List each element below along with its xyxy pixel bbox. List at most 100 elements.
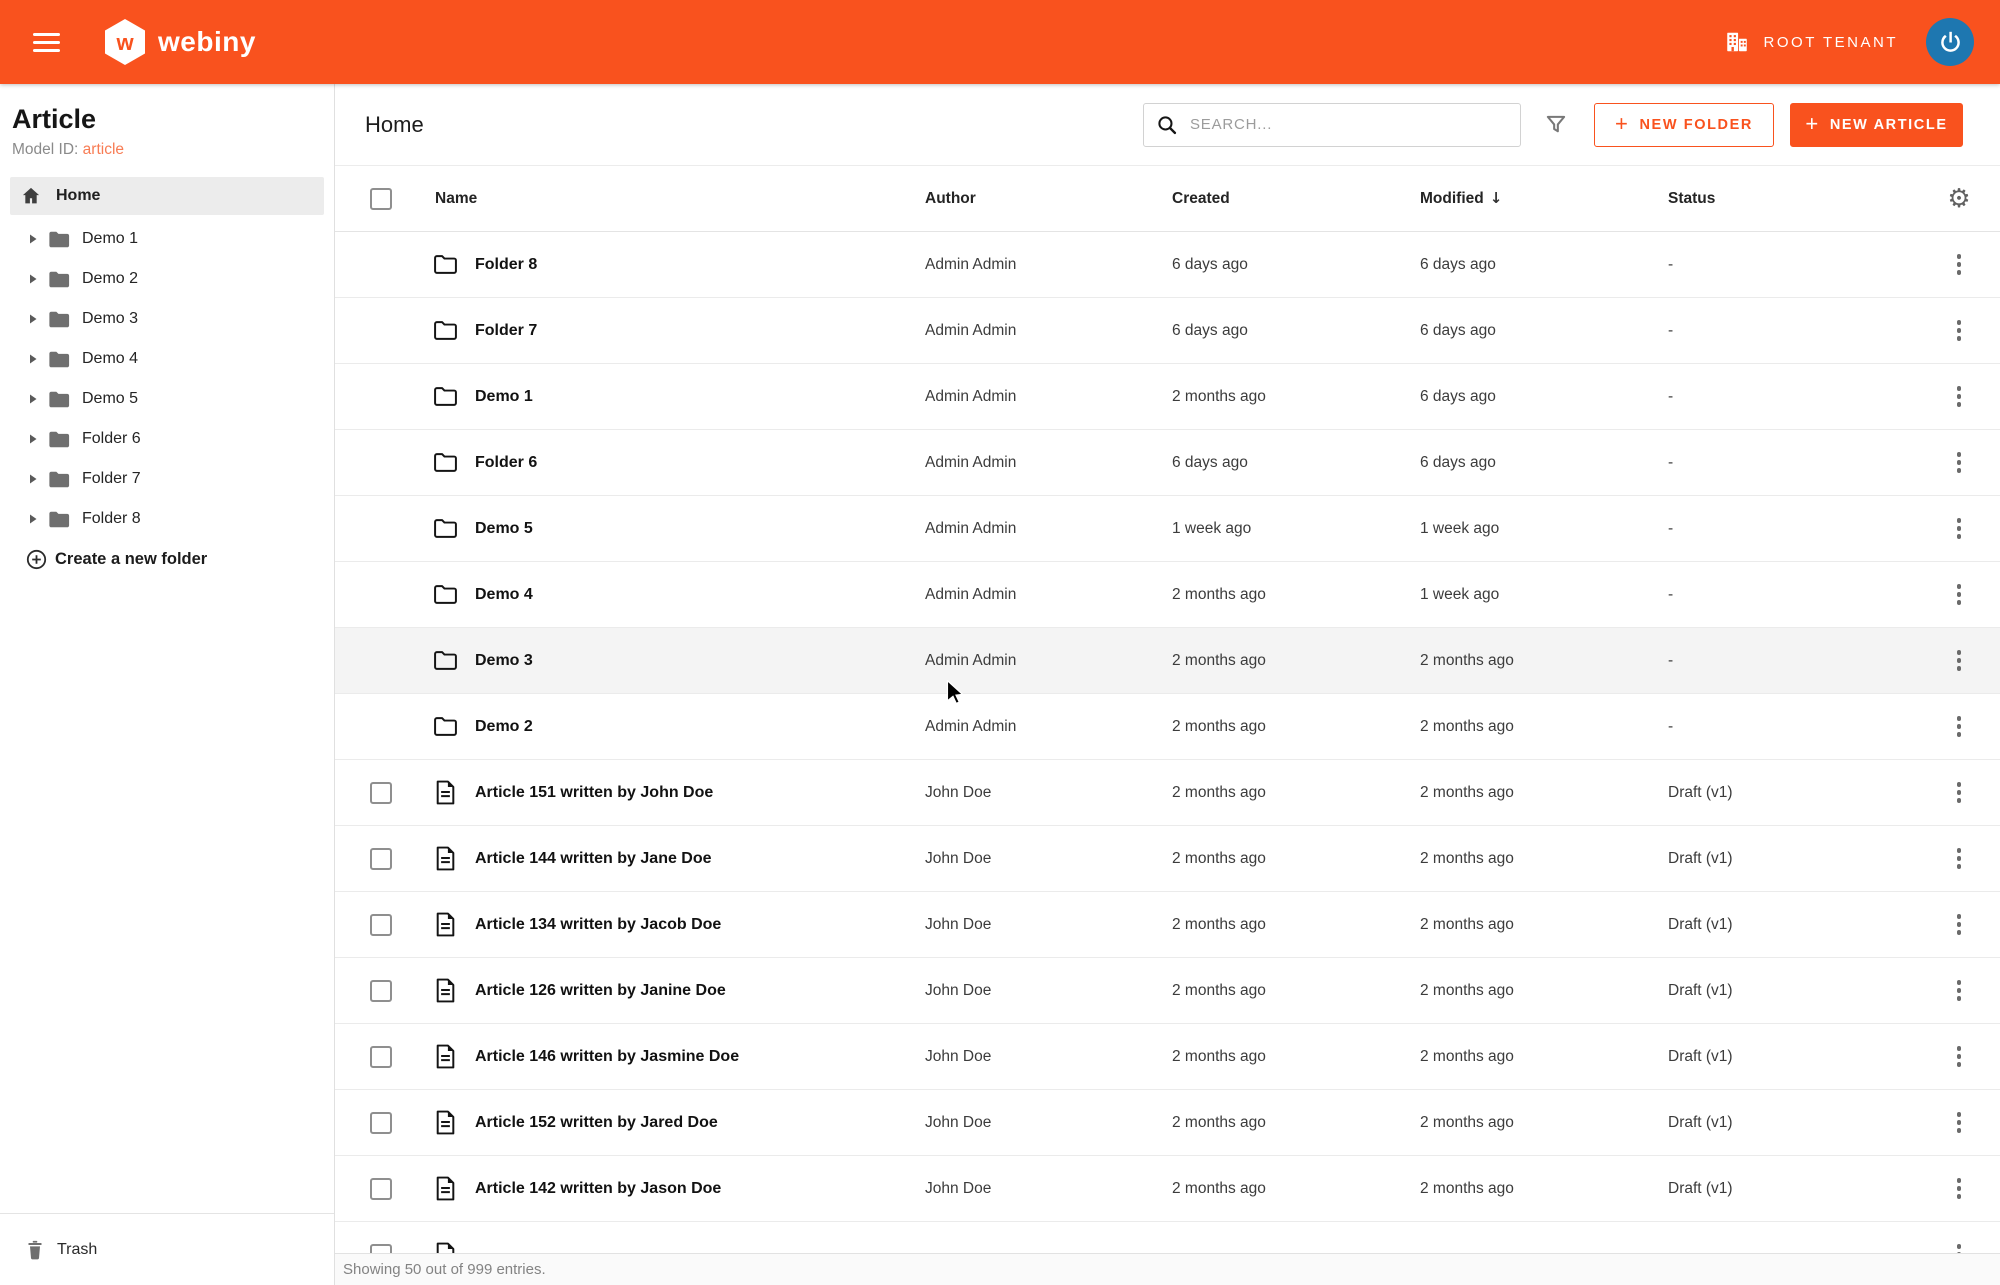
chevron-right-icon[interactable] — [28, 234, 38, 244]
row-actions-kebab-icon[interactable] — [1951, 314, 1968, 347]
row-checkbox[interactable] — [370, 914, 392, 936]
table-settings-cell: ⚙ — [1918, 186, 2000, 212]
row-name[interactable]: Article 134 written by Jacob Doe — [475, 916, 925, 934]
folder-icon — [48, 390, 70, 409]
row-name[interactable]: Article 151 written by John Doe — [475, 784, 925, 802]
sidebar-folder-item[interactable]: Folder 6 — [0, 419, 334, 459]
table-row[interactable]: Article 151 written by John Doe John Doe… — [335, 760, 2000, 826]
row-name[interactable]: Article 144 written by Jane Doe — [475, 850, 925, 868]
table-row[interactable]: Demo 5 Admin Admin 1 week ago 1 week ago… — [335, 496, 2000, 562]
row-actions-kebab-icon[interactable] — [1951, 842, 1968, 875]
table-row[interactable]: Article 152 written by Jared Doe John Do… — [335, 1090, 2000, 1156]
row-checkbox[interactable] — [370, 1112, 392, 1134]
row-author: John Doe — [925, 982, 1172, 1000]
sidebar-folder-item[interactable]: Folder 8 — [0, 499, 334, 539]
filter-button[interactable] — [1543, 112, 1569, 138]
row-name[interactable]: Article 126 written by Janine Doe — [475, 982, 925, 1000]
row-actions-kebab-icon[interactable] — [1951, 710, 1968, 743]
sidebar-folder-item[interactable]: Demo 3 — [0, 299, 334, 339]
row-actions-kebab-icon[interactable] — [1951, 380, 1968, 413]
row-actions-kebab-icon[interactable] — [1951, 578, 1968, 611]
select-all-checkbox[interactable] — [370, 188, 392, 210]
row-status: Draft (v1) — [1668, 850, 1918, 868]
row-name[interactable]: Article 146 written by Jasmine Doe — [475, 1048, 925, 1066]
row-checkbox[interactable] — [370, 980, 392, 1002]
hamburger-menu-icon[interactable] — [33, 33, 60, 52]
row-name[interactable]: Demo 1 — [475, 388, 925, 406]
table-row[interactable]: Article 144 written by Jane Doe John Doe… — [335, 826, 2000, 892]
chevron-right-icon[interactable] — [28, 354, 38, 364]
row-actions-kebab-icon[interactable] — [1951, 908, 1968, 941]
chevron-right-icon[interactable] — [28, 394, 38, 404]
table-row[interactable]: Article 134 written by Jacob Doe John Do… — [335, 892, 2000, 958]
row-actions-kebab-icon[interactable] — [1951, 446, 1968, 479]
sidebar-folder-item[interactable]: Demo 2 — [0, 259, 334, 299]
row-name[interactable]: Folder 6 — [475, 454, 925, 472]
chevron-right-icon[interactable] — [28, 514, 38, 524]
row-checkbox[interactable] — [370, 1046, 392, 1068]
webiny-logo[interactable]: w webiny — [102, 18, 256, 66]
row-actions-kebab-icon[interactable] — [1951, 974, 1968, 1007]
sidebar-folder-item[interactable]: Folder 7 — [0, 459, 334, 499]
sidebar-folder-label: Demo 2 — [82, 270, 138, 288]
plus-circle-icon — [26, 549, 47, 570]
row-checkbox[interactable] — [370, 1178, 392, 1200]
column-header-created[interactable]: Created — [1172, 190, 1420, 208]
new-article-button[interactable]: + NEW ARTICLE — [1790, 103, 1963, 147]
chevron-right-icon[interactable] — [28, 314, 38, 324]
row-name[interactable]: Folder 8 — [475, 256, 925, 274]
folder-tree: Demo 1 Demo 2 Demo 3 — [0, 219, 334, 539]
row-name[interactable]: Demo 5 — [475, 520, 925, 538]
tenant-selector[interactable]: ROOT TENANT — [1724, 29, 1898, 55]
column-header-status[interactable]: Status — [1668, 190, 1918, 208]
row-name[interactable]: Demo 2 — [475, 718, 925, 736]
trash-button[interactable]: Trash — [0, 1213, 334, 1285]
search-box — [1143, 103, 1521, 147]
row-created: 2 months ago — [1172, 982, 1420, 1000]
row-name[interactable]: Demo 4 — [475, 586, 925, 604]
row-actions-kebab-icon[interactable] — [1951, 1040, 1968, 1073]
sidebar-folder-item[interactable]: Demo 1 — [0, 219, 334, 259]
gear-icon[interactable]: ⚙ — [1947, 186, 1970, 212]
sidebar-folder-item[interactable]: Demo 4 — [0, 339, 334, 379]
row-created: 2 months ago — [1172, 916, 1420, 934]
table-row[interactable]: Folder 8 Admin Admin 6 days ago 6 days a… — [335, 232, 2000, 298]
row-actions-kebab-icon[interactable] — [1951, 248, 1968, 281]
table-row[interactable]: Demo 3 Admin Admin 2 months ago 2 months… — [335, 628, 2000, 694]
row-name[interactable]: Demo 3 — [475, 652, 925, 670]
sidebar-item-home[interactable]: Home — [10, 177, 324, 215]
sidebar-header: Article Model ID: article — [0, 84, 334, 159]
user-avatar[interactable] — [1926, 18, 1974, 66]
row-actions-kebab-icon[interactable] — [1951, 1172, 1968, 1205]
table-row[interactable]: Folder 7 Admin Admin 6 days ago 6 days a… — [335, 298, 2000, 364]
column-header-author[interactable]: Author — [925, 190, 1172, 208]
row-actions-kebab-icon[interactable] — [1951, 776, 1968, 809]
row-name[interactable]: Article 142 written by Jason Doe — [475, 1180, 925, 1198]
table-row[interactable]: Article 126 written by Janine Doe John D… — [335, 958, 2000, 1024]
sidebar-folder-item[interactable]: Demo 5 — [0, 379, 334, 419]
column-header-modified[interactable]: Modified↓ — [1420, 189, 1668, 208]
row-checkbox[interactable] — [370, 848, 392, 870]
row-actions-kebab-icon[interactable] — [1951, 1106, 1968, 1139]
chevron-right-icon[interactable] — [28, 474, 38, 484]
folder-icon — [48, 270, 70, 289]
table-row[interactable]: Folder 6 Admin Admin 6 days ago 6 days a… — [335, 430, 2000, 496]
chevron-right-icon[interactable] — [28, 434, 38, 444]
row-actions-kebab-icon[interactable] — [1951, 644, 1968, 677]
table-row[interactable]: Demo 2 Admin Admin 2 months ago 2 months… — [335, 694, 2000, 760]
chevron-right-icon[interactable] — [28, 274, 38, 284]
table-row[interactable]: Demo 4 Admin Admin 2 months ago 1 week a… — [335, 562, 2000, 628]
table-row[interactable]: Article 146 written by Jasmine Doe John … — [335, 1024, 2000, 1090]
create-folder-button[interactable]: Create a new folder — [26, 549, 334, 570]
row-actions-kebab-icon[interactable] — [1951, 512, 1968, 545]
table-row[interactable]: Article 142 written by Jason Doe John Do… — [335, 1156, 2000, 1222]
new-folder-button[interactable]: + NEW FOLDER — [1594, 103, 1774, 147]
search-input[interactable] — [1190, 116, 1508, 133]
svg-text:w: w — [115, 30, 134, 55]
column-header-name[interactable]: Name — [415, 190, 925, 208]
row-name[interactable]: Folder 7 — [475, 322, 925, 340]
row-status: Draft (v1) — [1668, 784, 1918, 802]
table-row[interactable]: Demo 1 Admin Admin 2 months ago 6 days a… — [335, 364, 2000, 430]
row-name[interactable]: Article 152 written by Jared Doe — [475, 1114, 925, 1132]
row-checkbox[interactable] — [370, 782, 392, 804]
